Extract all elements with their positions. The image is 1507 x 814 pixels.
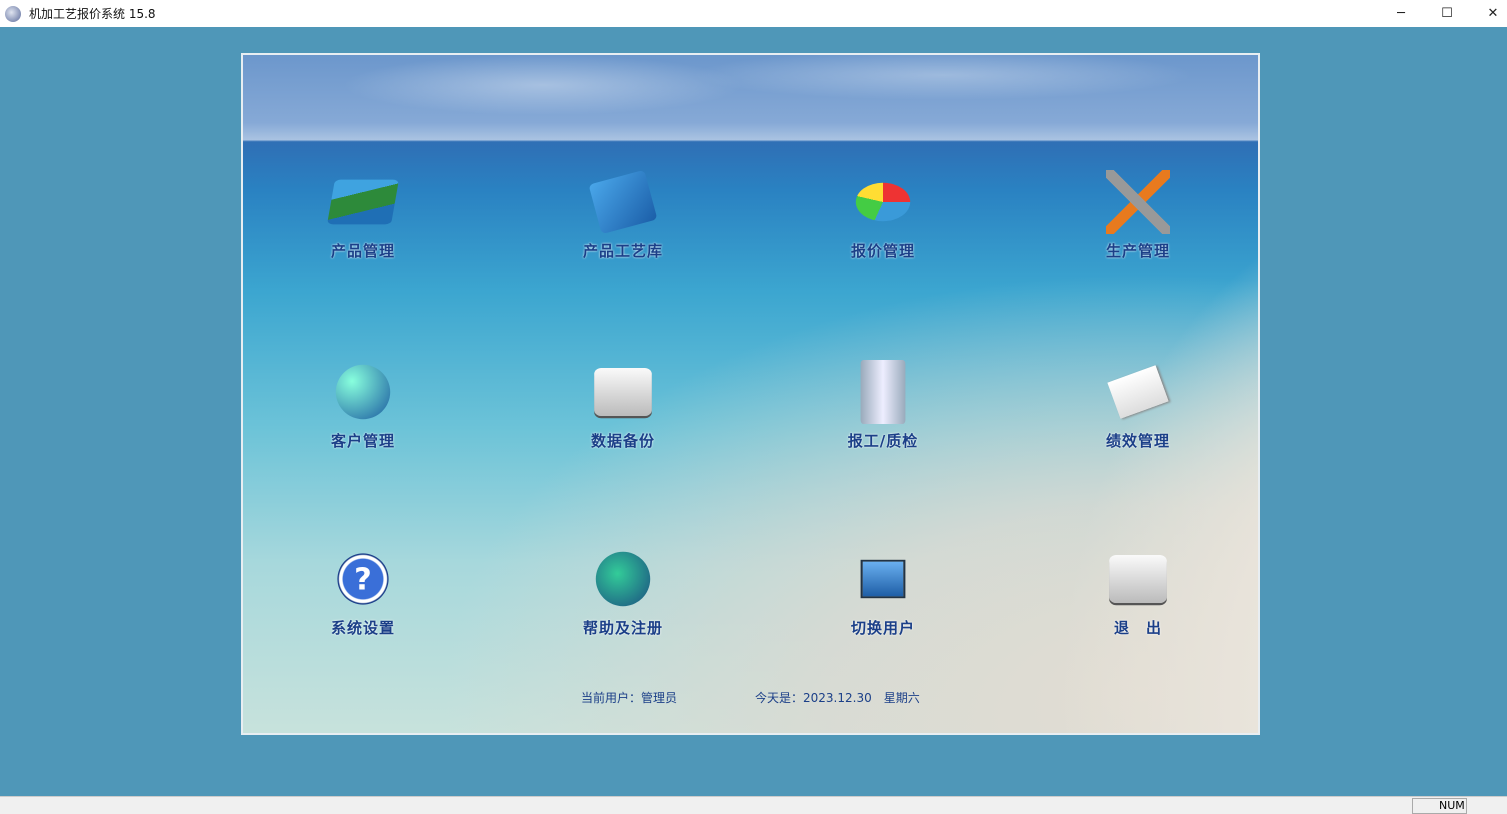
menu-label: 产品管理 <box>330 242 395 260</box>
document-pen-icon <box>1107 365 1169 419</box>
menu-label: 系统设置 <box>330 619 395 637</box>
menu-label: 生产管理 <box>1105 242 1170 260</box>
menu-tile-7[interactable]: 报工/质检 <box>803 360 963 451</box>
monitors-icon <box>860 559 906 599</box>
menu-label: 报价管理 <box>850 242 915 260</box>
window-title: 机加工艺报价系统 15.8 <box>29 7 156 21</box>
menu-tile-6[interactable]: 数据备份 <box>543 360 703 451</box>
menu-tile-1[interactable]: 产品管理 <box>283 170 443 261</box>
pie-chart-icon <box>855 182 911 222</box>
maximize-button[interactable]: ☐ <box>1424 0 1470 27</box>
menu-label: 切换用户 <box>850 619 915 637</box>
binder-icon <box>588 169 658 235</box>
menu-label: 数据备份 <box>590 432 655 450</box>
menu-tile-8[interactable]: 绩效管理 <box>1058 360 1218 451</box>
server-icon <box>860 360 906 424</box>
menu-tile-3[interactable]: 报价管理 <box>803 170 963 261</box>
books-icon <box>327 179 399 225</box>
menu-tile-10[interactable]: 帮助及注册 <box>543 547 703 638</box>
download-drive-icon <box>1109 555 1167 603</box>
menu-label: 报工/质检 <box>847 432 919 450</box>
menu-tile-12[interactable]: 退 出 <box>1058 547 1218 638</box>
menu-label: 退 出 <box>1113 619 1162 637</box>
menu-tile-2[interactable]: 产品工艺库 <box>543 169 703 261</box>
menu-label: 帮助及注册 <box>582 619 663 637</box>
menu-label: 客户管理 <box>330 432 395 450</box>
minimize-button[interactable]: ─ <box>1378 0 1424 27</box>
num-lock-indicator: NUM <box>1412 798 1467 814</box>
globe-arrows-icon <box>595 551 651 607</box>
menu-label: 产品工艺库 <box>582 242 663 260</box>
menu-label: 绩效管理 <box>1105 432 1170 450</box>
tools-icon <box>1106 170 1170 234</box>
close-button[interactable]: ✕ <box>1470 0 1507 27</box>
menu-tile-4[interactable]: 生产管理 <box>1058 170 1218 261</box>
menu-tile-11[interactable]: 切换用户 <box>803 547 963 638</box>
drive-icon <box>594 368 652 416</box>
globe-monitor-icon <box>335 364 391 420</box>
background-clouds <box>243 55 1258 140</box>
menu-tile-9[interactable]: ? 系统设置 <box>283 547 443 638</box>
current-user: 当前用户：管理员 <box>581 691 678 705</box>
status-bar: NUM <box>0 796 1507 814</box>
current-date: 今天是：2023.12.30 星期六 <box>755 691 920 705</box>
title-bar: 机加工艺报价系统 15.8 ─ ☐ ✕ <box>0 0 1507 27</box>
help-icon: ? <box>337 553 389 605</box>
app-icon <box>5 5 21 22</box>
menu-tile-5[interactable]: 客户管理 <box>283 360 443 451</box>
main-panel: 产品管理 产品工艺库 报价管理 生产管理 客户管理 数据备份 报工/质检 绩效管理? 系统设置 帮… <box>241 53 1260 735</box>
